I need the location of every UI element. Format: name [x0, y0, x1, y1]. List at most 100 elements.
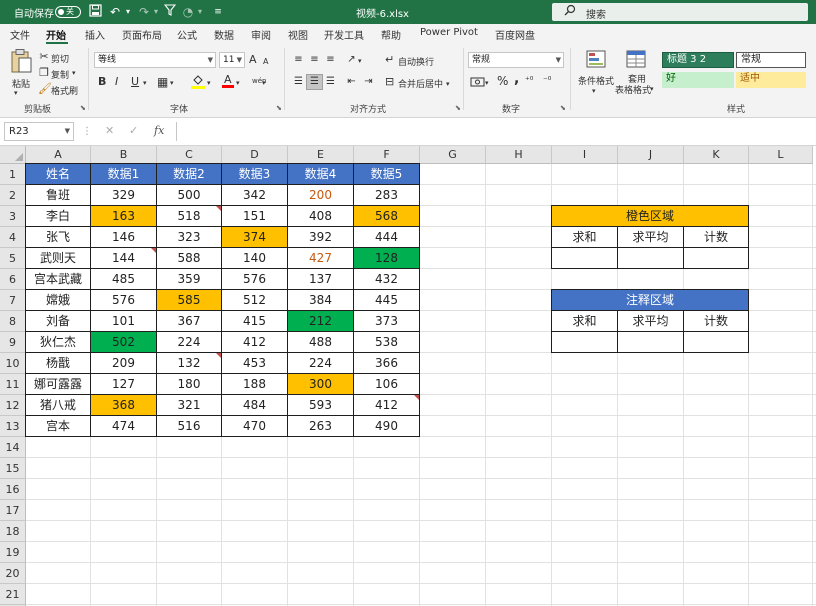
align-center-icon[interactable]: ☰: [306, 74, 323, 90]
name-cell[interactable]: 张飞: [26, 227, 90, 247]
value-cell[interactable]: 101: [91, 311, 156, 331]
formula-input[interactable]: [176, 122, 816, 141]
phonetic-dropdown-icon[interactable]: ▾: [262, 76, 266, 90]
comma-button[interactable]: ,: [514, 72, 519, 86]
alignment-launcher-icon[interactable]: ⬊: [455, 104, 461, 112]
underline-button[interactable]: U: [131, 75, 139, 89]
decrease-indent-icon[interactable]: ⇤: [343, 74, 360, 90]
accounting-format-icon[interactable]: [470, 75, 486, 93]
name-cell[interactable]: 狄仁杰: [26, 332, 90, 352]
note-region-value[interactable]: [552, 332, 617, 352]
copy-label[interactable]: 复制: [51, 68, 69, 81]
font-launcher-icon[interactable]: ⬊: [276, 104, 282, 112]
row-header-15[interactable]: 15: [0, 458, 26, 479]
value-cell[interactable]: 518: [157, 206, 221, 226]
table-header-cell[interactable]: 数据1: [91, 164, 156, 184]
accounting-dropdown-icon[interactable]: ▾: [485, 76, 489, 90]
paste-icon[interactable]: [8, 48, 34, 76]
align-left-icon[interactable]: ☰: [290, 74, 307, 90]
column-header-a[interactable]: A: [26, 146, 91, 164]
row-header-6[interactable]: 6: [0, 269, 26, 290]
name-cell[interactable]: 娜可露露: [26, 374, 90, 394]
row-header-10[interactable]: 10: [0, 353, 26, 374]
column-header-l[interactable]: L: [749, 146, 813, 164]
value-cell[interactable]: 146: [91, 227, 156, 247]
column-header-g[interactable]: G: [420, 146, 486, 164]
underline-dropdown-icon[interactable]: ▾: [143, 76, 147, 90]
row-header-12[interactable]: 12: [0, 395, 26, 416]
orange-region-title[interactable]: 橙色区域: [552, 206, 748, 226]
name-cell[interactable]: 鲁班: [26, 185, 90, 205]
italic-button[interactable]: I: [115, 75, 118, 89]
value-cell[interactable]: 538: [354, 332, 419, 352]
column-header-d[interactable]: D: [222, 146, 288, 164]
align-bottom-icon[interactable]: ≡: [322, 52, 339, 68]
fill-color-dropdown-icon[interactable]: ▾: [207, 76, 211, 90]
name-cell[interactable]: 李白: [26, 206, 90, 226]
column-header-f[interactable]: F: [354, 146, 420, 164]
value-cell[interactable]: 224: [288, 353, 353, 373]
value-cell[interactable]: 512: [222, 290, 287, 310]
value-cell[interactable]: 200: [288, 185, 353, 205]
conditional-formatting-label[interactable]: 条件格式: [578, 74, 614, 87]
font-size-select[interactable]: 11 ▼: [219, 52, 245, 68]
tab-formulas[interactable]: 公式: [177, 27, 197, 42]
value-cell[interactable]: 384: [288, 290, 353, 310]
value-cell[interactable]: 568: [354, 206, 419, 226]
shapes-dropdown-icon[interactable]: ▾: [192, 4, 208, 20]
value-cell[interactable]: 392: [288, 227, 353, 247]
row-header-21[interactable]: 21: [0, 584, 26, 605]
value-cell[interactable]: 445: [354, 290, 419, 310]
conditional-formatting-icon[interactable]: [585, 50, 607, 70]
cancel-icon[interactable]: ✕: [105, 124, 114, 137]
value-cell[interactable]: 412: [354, 395, 419, 415]
note-region-header[interactable]: 求平均: [618, 311, 683, 331]
name-cell[interactable]: 宫本: [26, 416, 90, 436]
decrease-decimal-icon[interactable]: ⁻⁰: [543, 74, 551, 88]
value-cell[interactable]: 444: [354, 227, 419, 247]
value-cell[interactable]: 373: [354, 311, 419, 331]
value-cell[interactable]: 342: [222, 185, 287, 205]
tab-help[interactable]: 帮助: [381, 27, 401, 42]
value-cell[interactable]: 209: [91, 353, 156, 373]
note-region-value[interactable]: [684, 332, 748, 352]
name-cell[interactable]: 刘备: [26, 311, 90, 331]
wrap-text-label[interactable]: 自动换行: [398, 55, 434, 68]
value-cell[interactable]: 374: [222, 227, 287, 247]
orientation-dropdown-icon[interactable]: ▾: [358, 54, 362, 68]
row-header-5[interactable]: 5: [0, 248, 26, 269]
value-cell[interactable]: 576: [91, 290, 156, 310]
column-header-h[interactable]: H: [486, 146, 552, 164]
align-right-icon[interactable]: ☰: [322, 74, 339, 90]
bold-button[interactable]: B: [98, 75, 106, 89]
orange-region-value[interactable]: [684, 248, 748, 268]
clipboard-launcher-icon[interactable]: ⬊: [80, 104, 86, 112]
row-header-8[interactable]: 8: [0, 311, 26, 332]
row-header-9[interactable]: 9: [0, 332, 26, 353]
increase-font-icon[interactable]: A: [249, 53, 257, 67]
value-cell[interactable]: 224: [157, 332, 221, 352]
value-cell[interactable]: 140: [222, 248, 287, 268]
worksheet-grid[interactable]: A B C D E F G H I J K L 1 2 3 4 5 6 7 8 9 10 11 12 13 14 15 16 17 18 1…: [0, 146, 816, 606]
row-header-3[interactable]: 3: [0, 206, 26, 227]
table-header-cell[interactable]: 姓名: [26, 164, 90, 184]
column-header-c[interactable]: C: [157, 146, 222, 164]
search-box[interactable]: 搜索: [552, 3, 808, 21]
table-header-cell[interactable]: 数据5: [354, 164, 419, 184]
value-cell[interactable]: 367: [157, 311, 221, 331]
autosave-toggle[interactable]: 关: [55, 6, 81, 18]
format-painter-label[interactable]: 格式刷: [51, 84, 78, 97]
value-cell[interactable]: 151: [222, 206, 287, 226]
copy-dropdown-icon[interactable]: ▾: [72, 66, 76, 80]
value-cell[interactable]: 470: [222, 416, 287, 436]
percent-button[interactable]: %: [497, 74, 508, 88]
row-header-16[interactable]: 16: [0, 479, 26, 500]
value-cell[interactable]: 453: [222, 353, 287, 373]
row-header-18[interactable]: 18: [0, 521, 26, 542]
note-region-header[interactable]: 计数: [684, 311, 748, 331]
save-icon[interactable]: [87, 4, 103, 20]
value-cell[interactable]: 180: [157, 374, 221, 394]
value-cell[interactable]: 321: [157, 395, 221, 415]
value-cell[interactable]: 366: [354, 353, 419, 373]
tab-power-pivot[interactable]: Power Pivot: [420, 27, 478, 38]
